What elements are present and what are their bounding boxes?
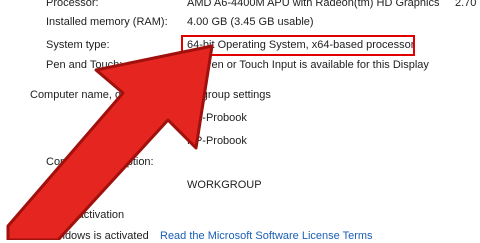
computer-settings-heading: Computer name, domain, and workgroup set… [30,89,271,101]
processor-value: AMD A6-4400M APU with Radeon(tm) HD Grap… [187,0,440,9]
processor-label: Processor: [46,0,99,9]
system-properties-panel: Processor: AMD A6-4400M APU with Radeon(… [0,0,480,243]
system-type-highlight-box [181,35,415,56]
activation-status: Windows is activated [46,230,149,242]
license-terms-link[interactable]: Read the Microsoft Software License Term… [160,229,373,243]
computer-name-value: HP-Probook [187,112,247,124]
full-computer-name-value: HP-Probook [187,135,247,147]
computer-description-label: Computer description: [46,156,154,168]
workgroup-value: WORKGROUP [187,179,262,191]
workgroup-label: Workgroup: [46,179,103,191]
memory-value: 4.00 GB (3.45 GB usable) [187,16,314,28]
pen-touch-label: Pen and Touch: [46,59,123,71]
pen-touch-value: No Pen or Touch Input is available for t… [187,59,429,71]
windows-activation-heading: Windows activation [30,209,125,221]
memory-label: Installed memory (RAM): [46,16,168,28]
system-type-label: System type: [46,39,110,51]
processor-speed: 2.70 [455,0,477,9]
